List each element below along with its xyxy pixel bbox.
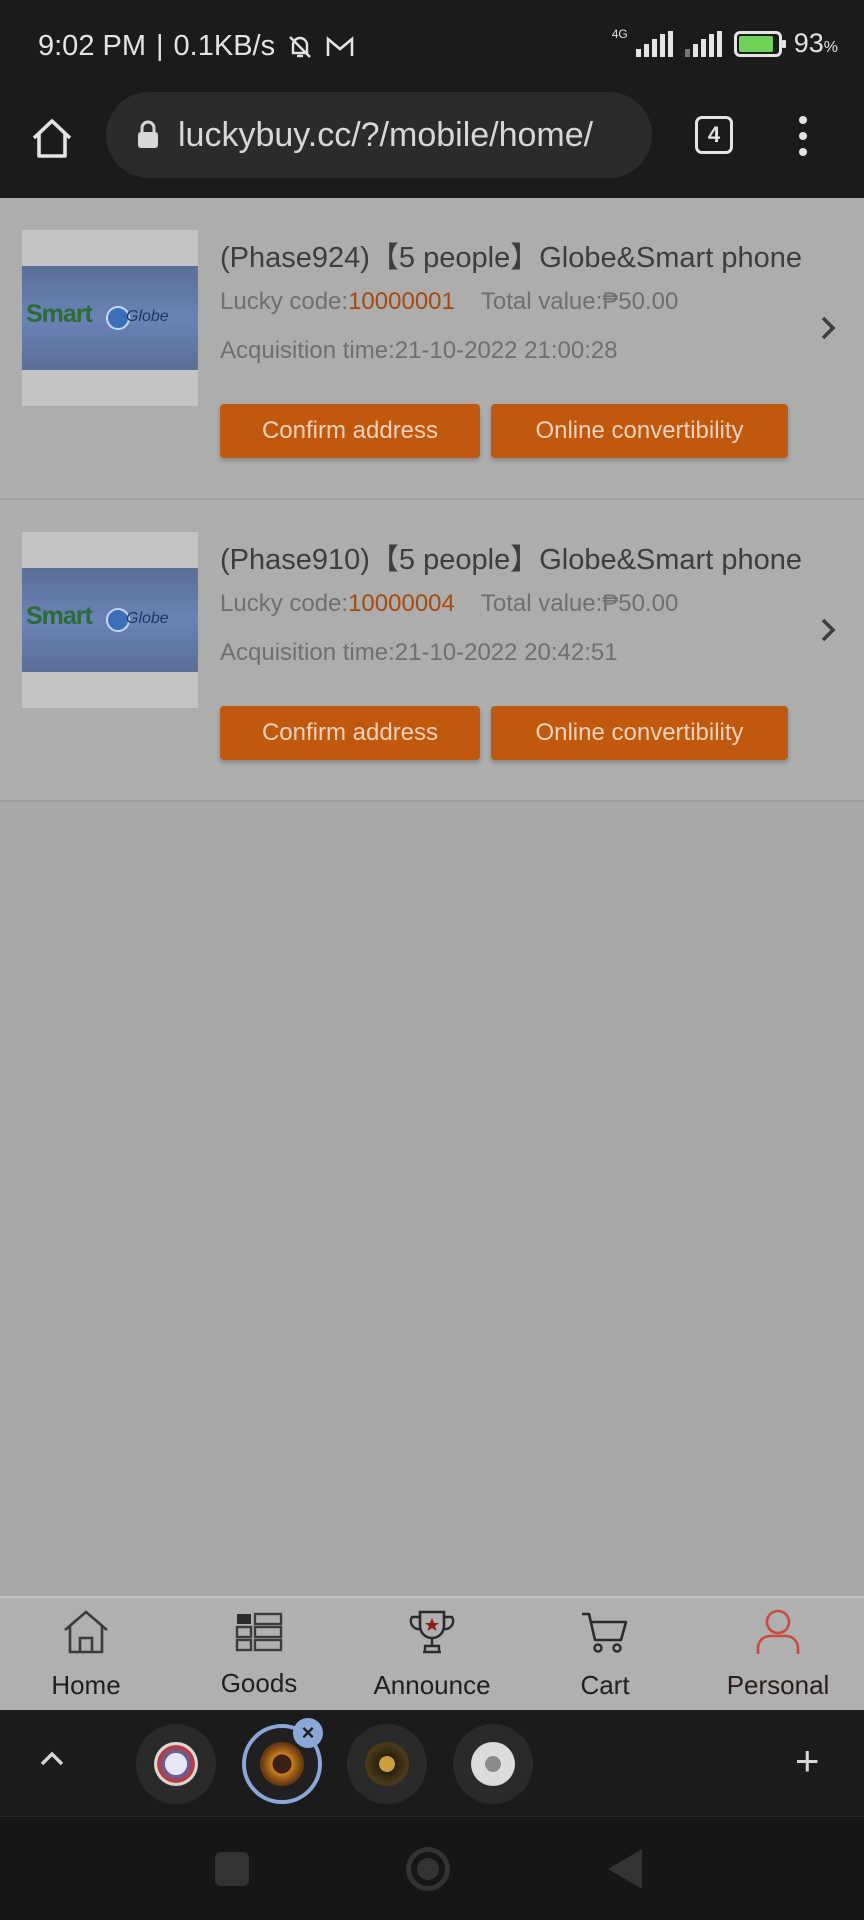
nav-goods-label: Goods [220,1668,298,1698]
browser-tab-strip: × + [0,1710,864,1816]
nav-home[interactable]: Home [11,1598,161,1712]
cart-icon [582,1612,628,1653]
signal-icon [635,30,673,57]
network-type: 4G [611,26,628,41]
order-title: (Phase924)【5 people】Globe&Smart phone [220,242,802,274]
thumb-brand-globe: Globe [126,610,169,627]
status-time: 9:02 PM [38,30,146,62]
goods-grid-icon [235,1612,283,1652]
lucky-code-value: 10000004 [348,590,455,617]
lock-icon [138,120,158,148]
close-icon[interactable]: × [293,1718,323,1748]
url-text[interactable]: luckybuy.cc/?/mobile/home/ [178,116,593,155]
nav-home-label: Home [51,1670,121,1700]
acquisition-time: Acquisition time:21-10-2022 20:42:51 [220,639,618,666]
browser-tab[interactable] [347,1724,427,1804]
nav-goods[interactable]: Goods [184,1598,334,1712]
status-bar: 9:02 PM | 0.1KB/s 4G 93% [0,0,864,92]
lucky-code-value: 10000001 [348,288,455,315]
chevron-right-icon[interactable] [818,314,838,342]
confirm-address-button[interactable]: Confirm address [220,706,480,760]
back-icon[interactable] [608,1849,642,1889]
person-icon [756,1609,800,1654]
gmail-icon [326,35,354,56]
acquisition-time: Acquisition time:21-10-2022 21:00:28 [220,337,618,364]
signal-icon-2 [684,30,722,57]
lucky-code-label: Lucky code: [220,590,349,617]
status-left: 9:02 PM | 0.1KB/s [38,30,355,63]
battery-percent: 93% [793,28,838,58]
thumb-brand-smart: Smart [26,300,93,328]
confirm-address-button[interactable]: Confirm address [220,404,480,458]
status-speed: 0.1KB/s [173,30,276,62]
order-card[interactable]: Smart Globe (Phase910)【5 people】Globe&Sm… [0,500,864,802]
browser-toolbar: luckybuy.cc/?/mobile/home/ 4 [0,92,864,198]
order-code-line: Lucky code:10000001 Total value:₱50.00 [220,288,678,316]
tab-favicon [471,1742,515,1786]
system-navigation [0,1816,864,1920]
order-code-line: Lucky code:10000004 Total value:₱50.00 [220,590,678,618]
online-convertibility-button[interactable]: Online convertibility [491,706,788,760]
chevron-up-icon[interactable] [38,1748,66,1768]
more-vert-icon[interactable] [793,116,813,156]
home-icon [64,1610,108,1654]
nav-cart[interactable]: Cart [530,1598,680,1712]
status-right: 4G 93% [611,26,838,59]
lucky-code-label: Lucky code: [220,288,349,315]
product-thumbnail: Smart Globe [22,230,198,406]
bottom-navigation: Home Goods Announce Cart Personal [0,1596,864,1710]
online-convertibility-button[interactable]: Online convertibility [491,404,788,458]
trophy-icon [409,1610,455,1654]
home-circle-icon[interactable] [406,1847,450,1891]
home-icon[interactable] [26,112,78,164]
tabs-icon[interactable]: 4 [695,116,733,154]
tab-favicon [154,1742,198,1786]
total-value: Total value:₱50.00 [480,288,679,315]
product-thumbnail: Smart Globe [22,532,198,708]
nav-personal[interactable]: Personal [703,1598,853,1712]
plus-icon[interactable]: + [795,1740,820,1782]
thumb-brand-globe: Globe [126,308,169,325]
tab-favicon [365,1742,409,1786]
address-bar[interactable]: luckybuy.cc/?/mobile/home/ [106,92,652,178]
order-title: (Phase910)【5 people】Globe&Smart phone [220,544,802,576]
bell-off-icon [289,35,311,58]
browser-tab[interactable] [453,1724,533,1804]
total-value: Total value:₱50.00 [480,590,679,617]
chevron-right-icon[interactable] [818,616,838,644]
tab-favicon [260,1742,304,1786]
status-separator: | [156,30,164,62]
nav-cart-label: Cart [580,1670,630,1700]
recents-icon[interactable] [215,1852,249,1886]
browser-tab[interactable] [136,1724,216,1804]
order-card[interactable]: Smart Globe (Phase924)【5 people】Globe&Sm… [0,198,864,500]
order-list: Smart Globe (Phase924)【5 people】Globe&Sm… [0,198,864,1596]
battery-icon [733,30,786,57]
nav-announce-label: Announce [373,1670,491,1700]
thumb-brand-smart: Smart [26,602,93,630]
nav-personal-label: Personal [726,1670,830,1700]
nav-announce[interactable]: Announce [357,1598,507,1712]
